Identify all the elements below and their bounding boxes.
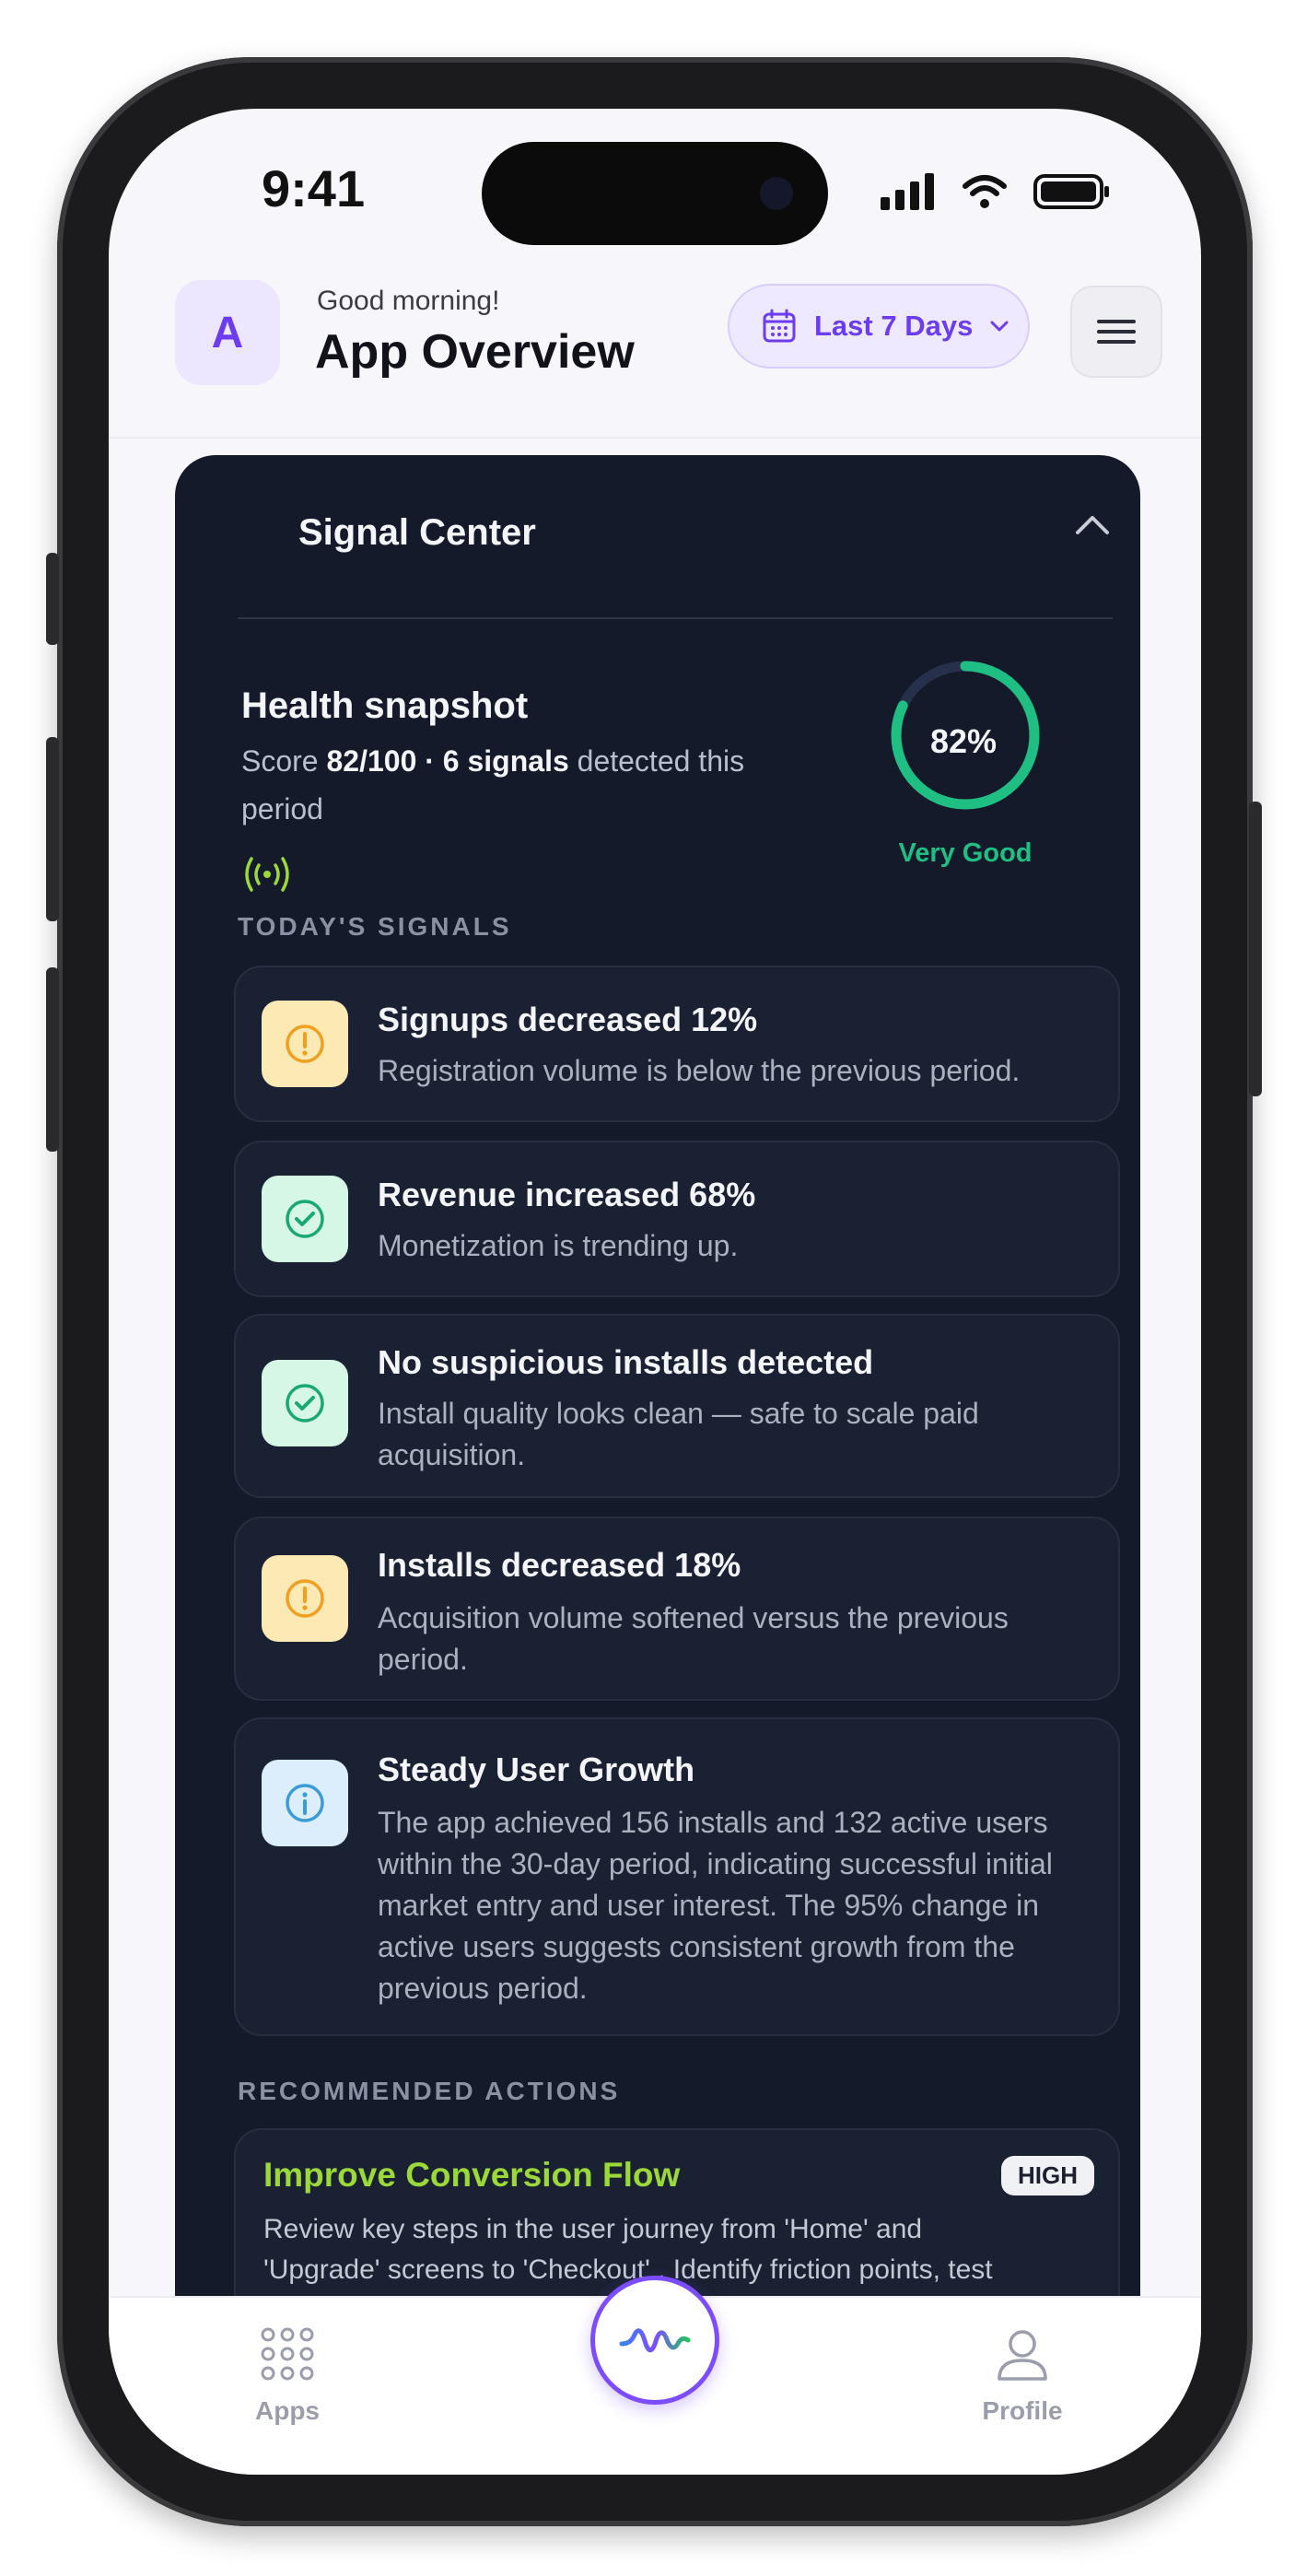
signal-description: Monetization is trending up. — [378, 1229, 739, 1262]
signal-item[interactable]: Signups decreased 12% Registration volum… — [234, 966, 1120, 1122]
signal-title: No suspicious installs detected — [378, 1343, 874, 1381]
status-icons — [881, 173, 1111, 210]
signal-description: The app achieved 156 installs and 132 ac… — [378, 1806, 1053, 2005]
header-divider — [109, 437, 1201, 439]
date-range-button[interactable]: Last 7 Days — [728, 284, 1030, 369]
check-icon — [262, 1176, 348, 1262]
apps-grid-icon — [261, 2327, 314, 2381]
signal-description: Acquisition volume softened versus the p… — [378, 1601, 1009, 1676]
status-time: 9:41 — [262, 159, 366, 217]
warning-icon — [262, 1555, 348, 1642]
signal-item[interactable]: Revenue increased 68% Monetization is tr… — [234, 1141, 1120, 1297]
waveform-logo-icon — [619, 2328, 691, 2353]
menu-button[interactable] — [1070, 286, 1162, 378]
health-snapshot-summary: Score 82/100 · 6 signals detected this p… — [241, 737, 831, 833]
page-title: App Overview — [315, 325, 635, 379]
signal-fab-button[interactable] — [590, 2276, 719, 2405]
health-score-percent: 82% — [929, 722, 998, 760]
profile-icon — [998, 2330, 1047, 2381]
health-snapshot-title: Health snapshot — [241, 685, 529, 726]
avatar[interactable]: A — [175, 280, 280, 385]
tab-profile-label: Profile — [982, 2396, 1063, 2425]
score-prefix: Score — [241, 744, 319, 778]
recommended-actions-label: RECOMMENDED ACTIONS — [238, 2077, 621, 2105]
wifi-icon — [963, 175, 1007, 208]
health-rating: Very Good — [898, 838, 1033, 868]
signal-item[interactable]: Installs decreased 18% Acquisition volum… — [234, 1516, 1120, 1701]
info-icon — [262, 1760, 348, 1846]
signals-count: 6 signals — [442, 744, 569, 778]
score-value: 82/100 — [326, 744, 417, 778]
warning-icon — [262, 1001, 348, 1087]
signal-title: Signups decreased 12% — [378, 1001, 758, 1038]
battery-icon — [1033, 174, 1109, 209]
camera-icon — [760, 177, 793, 210]
signal-description: Registration volume is below the previou… — [378, 1054, 1021, 1087]
action-title: Improve Conversion Flow — [263, 2156, 681, 2194]
summary-separator: · — [425, 744, 435, 778]
signal-title: Steady User Growth — [378, 1751, 695, 1788]
calendar-icon — [763, 309, 796, 343]
volume-up-button — [46, 737, 59, 921]
greeting: Good morning! — [317, 286, 500, 316]
tab-apps[interactable]: Apps — [214, 2325, 361, 2426]
power-button — [1249, 802, 1262, 1096]
volume-down-button — [46, 967, 59, 1152]
todays-signals-label: TODAY'S SIGNALS — [238, 912, 512, 941]
tab-apps-label: Apps — [255, 2396, 320, 2425]
signal-item[interactable]: Steady User Growth The app achieved 156 … — [234, 1717, 1120, 2036]
signal-title: Revenue increased 68% — [378, 1176, 756, 1213]
signal-center-title: Signal Center — [298, 512, 536, 553]
check-icon — [262, 1360, 348, 1446]
signal-center-card: Signal Center Health snapshot Score 82/1… — [175, 455, 1140, 2475]
chevron-down-icon — [990, 321, 1009, 332]
card-divider — [238, 617, 1113, 619]
screen: 9:41 A Good morning! App Overview Last 7… — [109, 109, 1201, 2475]
broadcast-signal-icon — [245, 857, 289, 892]
tab-profile[interactable]: Profile — [949, 2325, 1096, 2426]
chevron-up-icon[interactable] — [1074, 512, 1111, 536]
hamburger-menu-icon — [1097, 320, 1136, 344]
mute-switch — [46, 553, 59, 645]
signal-title: Installs decreased 18% — [378, 1546, 741, 1584]
signal-item[interactable]: No suspicious installs detected Install … — [234, 1314, 1120, 1498]
signal-description: Install quality looks clean — safe to sc… — [378, 1397, 979, 1471]
cellular-signal-icon — [881, 173, 934, 210]
date-range-label: Last 7 Days — [814, 310, 974, 342]
priority-badge: HIGH — [1001, 2156, 1094, 2195]
dynamic-island — [482, 142, 828, 245]
